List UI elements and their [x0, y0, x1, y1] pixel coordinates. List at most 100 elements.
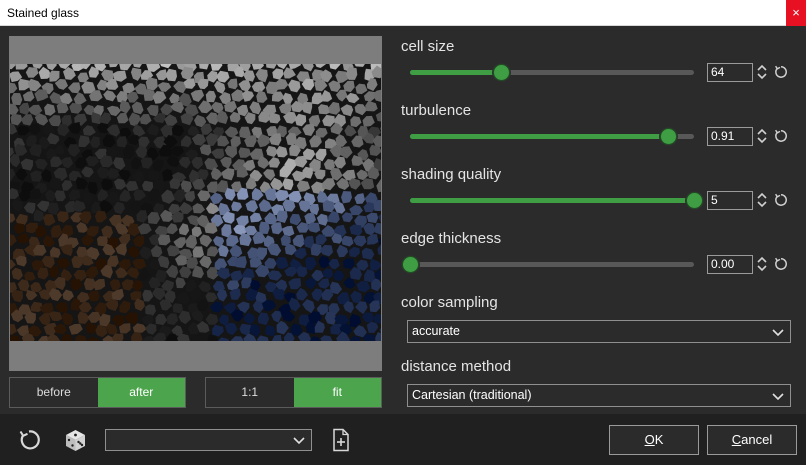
turbulence-label: turbulence [401, 102, 472, 119]
glass-cell [380, 127, 381, 131]
glass-cell [322, 178, 336, 191]
distance-method-dropdown[interactable]: Cartesian (traditional) [407, 384, 791, 407]
glass-cell [10, 82, 18, 94]
glass-cell [311, 288, 323, 302]
glass-cell [341, 235, 354, 247]
edge-thickness-value[interactable]: 0.00 [707, 255, 753, 274]
glass-cell [11, 199, 23, 212]
cell-size-reset-icon[interactable] [773, 64, 789, 80]
glass-cell [55, 302, 69, 313]
glass-cell [361, 247, 375, 260]
glass-cell [13, 223, 26, 234]
glass-cell [319, 244, 334, 257]
glass-cell [271, 310, 282, 323]
glass-cell [10, 259, 16, 270]
cell-size-spin-icon[interactable] [756, 63, 768, 81]
preset-dropdown[interactable] [105, 429, 312, 451]
glass-cell [133, 64, 143, 68]
dice-icon[interactable] [63, 428, 88, 453]
shading-quality-reset-icon[interactable] [773, 192, 789, 208]
glass-cell [15, 64, 28, 70]
cell-size-value[interactable]: 64 [707, 63, 753, 82]
glass-cell [315, 127, 328, 138]
glass-cell [118, 233, 131, 246]
cancel-button[interactable]: Cancel [707, 425, 797, 455]
glass-cell [97, 188, 109, 201]
glass-cell [24, 271, 36, 281]
glass-cell [49, 177, 61, 190]
turbulence-reset-icon[interactable] [773, 128, 789, 144]
new-preset-icon[interactable] [332, 428, 350, 452]
glass-cell [152, 332, 167, 341]
glass-cell [10, 334, 22, 341]
glass-cell [206, 181, 219, 194]
before-button[interactable]: before [10, 378, 98, 407]
glass-cell [61, 333, 73, 341]
cell-size-slider[interactable] [410, 64, 694, 81]
turbulence-slider-thumb[interactable] [660, 128, 677, 145]
glass-cell [155, 69, 168, 81]
glass-cell [11, 267, 23, 281]
glass-cell [212, 324, 224, 337]
glass-cell [128, 112, 141, 127]
edge-thickness-slider[interactable] [402, 256, 694, 273]
glass-cell [374, 269, 381, 280]
glass-cell [305, 257, 317, 271]
shading-quality-spin-icon[interactable] [756, 191, 768, 209]
shading-quality-value[interactable]: 5 [707, 191, 753, 210]
color-sampling-dropdown[interactable]: accurate [407, 320, 791, 343]
glass-cell [207, 70, 218, 83]
cell-size-slider-thumb[interactable] [493, 64, 510, 81]
glass-cell [343, 277, 356, 289]
glass-cell [210, 301, 224, 313]
edge-thickness-spin-icon[interactable] [756, 255, 768, 273]
glass-cell [140, 157, 153, 169]
reset-all-icon[interactable] [17, 428, 41, 452]
shading-quality-slider[interactable] [410, 192, 703, 209]
glass-cell [38, 313, 51, 326]
glass-cell [231, 201, 242, 212]
turbulence-spin-icon[interactable] [756, 127, 768, 145]
glass-cell [224, 145, 238, 159]
glass-cell [85, 156, 100, 167]
edge-thickness-slider-thumb[interactable] [402, 256, 419, 273]
after-button[interactable]: after [97, 378, 185, 407]
edge-thickness-reset-icon[interactable] [773, 256, 789, 272]
glass-cell [20, 158, 34, 171]
glass-cell [238, 79, 251, 92]
turbulence-slider[interactable] [410, 128, 694, 145]
glass-cell [205, 132, 218, 147]
shading-quality-slider-thumb[interactable] [686, 192, 703, 209]
chevron-down-icon [772, 393, 784, 401]
glass-cell [132, 258, 147, 270]
glass-cell [103, 90, 117, 102]
glass-cell [23, 202, 36, 214]
glass-cell [374, 222, 381, 235]
glass-cell [84, 266, 99, 279]
glass-cell [157, 234, 171, 246]
glass-cell [341, 191, 352, 204]
glass-cell [109, 279, 121, 291]
glass-cell [276, 64, 288, 70]
bottom-bar: OK Cancel [0, 414, 806, 465]
ok-button[interactable]: OK [609, 425, 699, 455]
glass-cell [124, 312, 139, 325]
preview-image[interactable] [10, 64, 381, 341]
glass-cell [249, 212, 262, 223]
glass-cell [283, 67, 296, 79]
turbulence-value[interactable]: 0.91 [707, 127, 753, 146]
glass-cell [245, 200, 258, 213]
chevron-down-icon [772, 329, 784, 337]
zoom-1-1-button[interactable]: 1:1 [206, 378, 294, 407]
zoom-fit-button[interactable]: fit [293, 378, 381, 407]
glass-cell [294, 113, 307, 127]
glass-cell [205, 90, 217, 103]
glass-cell [136, 210, 148, 223]
glass-cell [10, 168, 16, 182]
close-button[interactable]: × [786, 0, 806, 26]
glass-cell [71, 255, 83, 269]
glass-cell [282, 92, 293, 105]
glass-cell [106, 167, 120, 179]
glass-cell [220, 156, 232, 169]
glass-cell [199, 64, 209, 70]
